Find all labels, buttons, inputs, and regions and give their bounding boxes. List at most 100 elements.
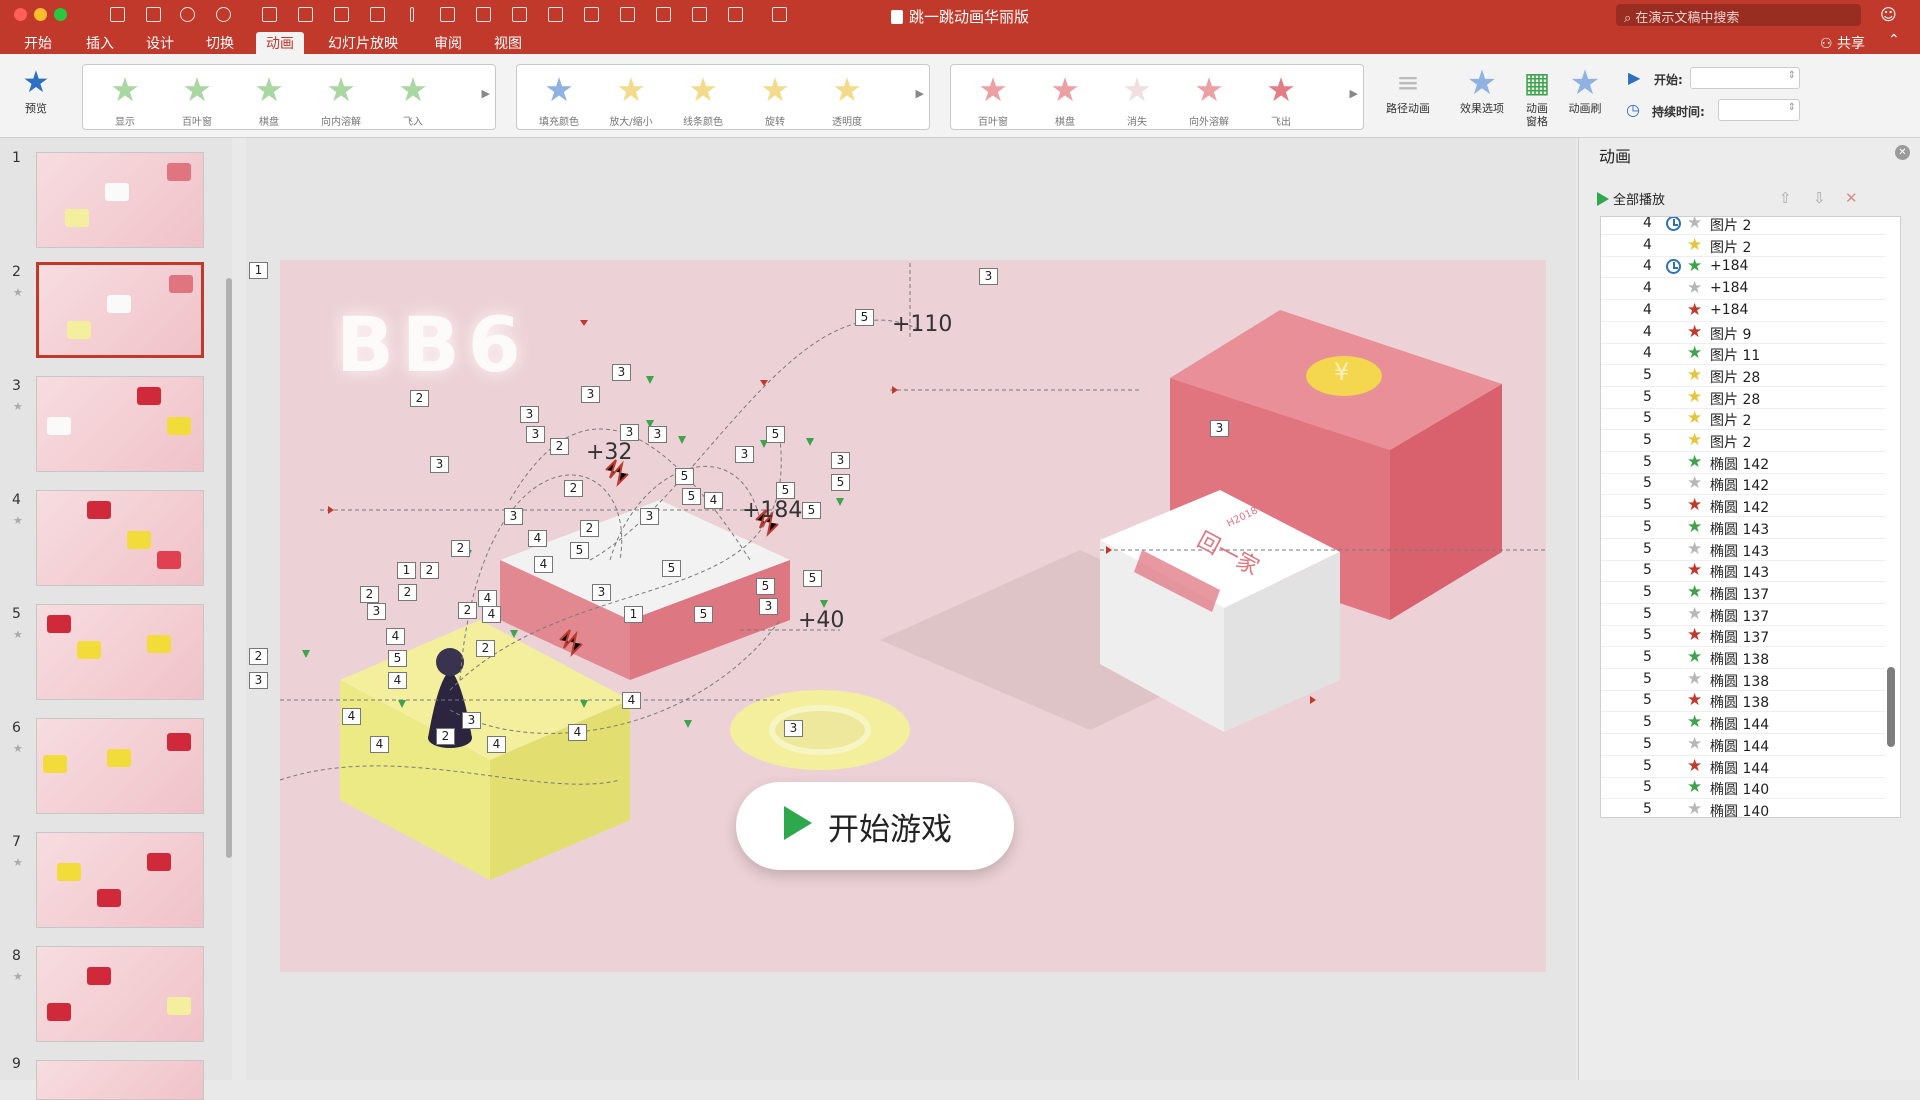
animation-badge[interactable]: 4 — [386, 628, 405, 645]
animation-list-item[interactable]: 5 ★ 椭圆 137 — [1601, 582, 1885, 604]
play-all-button[interactable]: 全部播放 — [1597, 189, 1665, 208]
animation-badge[interactable]: 3 — [735, 446, 754, 463]
animation-badge[interactable]: 2 — [360, 586, 379, 603]
animation-badge[interactable]: 3 — [640, 508, 659, 525]
effect-disappear[interactable]: ★ 消失 — [1107, 71, 1167, 129]
animation-pane-button[interactable]: ▦ 动画 窗格 — [1520, 64, 1554, 128]
effect-spin[interactable]: ★ 旋转 — [745, 71, 805, 129]
animation-badge[interactable]: 2 — [420, 562, 439, 579]
slide[interactable]: BB6 +110 +32 +184 +40 ¥ H2018 回一家 开始游戏 3… — [280, 260, 1546, 972]
collapse-ribbon-icon[interactable]: ⌃ — [1888, 32, 1900, 48]
effect-blinds[interactable]: ★ 百叶窗 — [167, 71, 227, 129]
animation-list-item[interactable]: 5 ★ 椭圆 140 — [1601, 777, 1885, 800]
animation-list-item[interactable]: 4 ★ +184 — [1601, 278, 1885, 301]
animation-badge[interactable]: 3 — [612, 364, 631, 381]
effect-fly-out[interactable]: ★ 飞出 — [1251, 71, 1311, 129]
move-down-icon[interactable]: ⇩ — [1813, 189, 1826, 207]
score-label[interactable]: +32 — [586, 440, 632, 465]
animation-badge[interactable]: 2 — [451, 540, 470, 557]
score-label[interactable]: +40 — [798, 608, 844, 633]
tab-review[interactable]: 审阅 — [434, 33, 462, 53]
animation-badge[interactable]: 5 — [694, 606, 713, 623]
animation-badge[interactable]: 4 — [487, 736, 506, 753]
animation-badge[interactable]: 5 — [802, 502, 821, 519]
start-select[interactable] — [1690, 67, 1800, 89]
animation-badge[interactable]: 3 — [520, 406, 539, 423]
animation-badge[interactable]: 5 — [756, 578, 775, 595]
animation-badge[interactable]: 3 — [1210, 420, 1229, 437]
effect-grow-shrink[interactable]: ★ 放大/缩小 — [601, 71, 661, 129]
search-input[interactable]: ⌕ 在演示文稿中搜索 — [1616, 4, 1861, 26]
animation-badge[interactable]: 2 — [410, 390, 429, 407]
start-game-button[interactable]: 开始游戏 — [736, 782, 1014, 870]
animation-badge[interactable]: 1 — [624, 606, 643, 623]
animation-badge[interactable]: 5 — [776, 482, 795, 499]
animation-badge[interactable]: 2 — [436, 728, 455, 745]
slide-thumbnail[interactable] — [36, 718, 204, 814]
gallery-scroll-arrow-icon[interactable]: ▶ — [916, 87, 924, 100]
animation-list-item[interactable]: 4 ★ 图片 9 — [1601, 322, 1885, 344]
slide-thumbnail[interactable] — [36, 490, 204, 586]
animation-list-item[interactable]: 4 ★ +184 — [1601, 256, 1885, 279]
tab-insert[interactable]: 插入 — [86, 33, 114, 53]
delete-icon[interactable]: ✕ — [1845, 189, 1858, 207]
animation-badge[interactable]: 4 — [478, 590, 497, 607]
animation-badge[interactable]: 5 — [803, 570, 822, 587]
tab-transitions[interactable]: 切换 — [206, 33, 234, 53]
slide-thumbnail[interactable] — [36, 152, 204, 248]
score-label[interactable]: +184 — [742, 498, 802, 523]
tab-home[interactable]: 开始 — [24, 33, 52, 53]
animation-badge[interactable]: 3 — [581, 386, 600, 403]
animation-list-item[interactable]: 4 ★ +184 — [1601, 300, 1885, 322]
tab-design[interactable]: 设计 — [146, 33, 174, 53]
animation-badge[interactable]: 2 — [458, 602, 477, 619]
animation-badge[interactable]: 4 — [704, 492, 723, 509]
animation-badge[interactable]: 3 — [462, 712, 481, 729]
effect-exit-checkerboard[interactable]: ★ 棋盘 — [1035, 71, 1095, 129]
share-button[interactable]: ⚇ 共享 — [1820, 33, 1865, 53]
gallery-scroll-arrow-icon[interactable]: ▶ — [1350, 87, 1358, 100]
slide-thumbnail[interactable] — [36, 1060, 204, 1100]
effect-options-button[interactable]: ★ 效果选项 — [1452, 64, 1512, 115]
animation-badge[interactable]: 2 — [580, 520, 599, 537]
animation-list-item[interactable]: 5 ★ 椭圆 144 — [1601, 712, 1885, 735]
animation-badge[interactable]: 2 — [249, 648, 268, 665]
gallery-scroll-arrow-icon[interactable]: ▶ — [482, 87, 490, 100]
animation-list-item[interactable]: 5 ★ 椭圆 138 — [1601, 647, 1885, 669]
animation-badge[interactable]: 4 — [528, 530, 547, 547]
animation-list-item[interactable]: 5 ★ 图片 28 — [1601, 365, 1885, 387]
animation-list-item[interactable]: 5 ★ 椭圆 142 — [1601, 473, 1885, 496]
animation-badge[interactable]: 4 — [534, 556, 553, 573]
animation-list-item[interactable]: 5 ★ 椭圆 144 — [1601, 756, 1885, 778]
effect-fly-in[interactable]: ★ 飞入 — [383, 71, 443, 129]
animation-badge[interactable]: 3 — [759, 598, 778, 615]
preview-button[interactable]: ★ 预览 — [8, 64, 64, 115]
animation-badge[interactable]: 4 — [622, 692, 641, 709]
animation-list-item[interactable]: 4 ★ 图片 11 — [1601, 343, 1885, 366]
animation-painter-button[interactable]: ★ 动画刷 — [1562, 64, 1608, 115]
animation-badge[interactable]: 3 — [620, 424, 639, 441]
animation-list-item[interactable]: 5 ★ 图片 2 — [1601, 408, 1885, 431]
animation-badge[interactable]: 3 — [526, 426, 545, 443]
effect-exit-blinds[interactable]: ★ 百叶窗 — [963, 71, 1023, 129]
effect-checkerboard[interactable]: ★ 棋盘 — [239, 71, 299, 129]
animation-badge[interactable]: 5 — [766, 426, 785, 443]
effect-dissolve-out[interactable]: ★ 向外溶解 — [1179, 71, 1239, 129]
animation-badge[interactable]: 5 — [570, 542, 589, 559]
animation-badge[interactable]: 3 — [367, 603, 386, 620]
animation-list-scrollbar[interactable] — [1887, 667, 1895, 747]
animation-badge[interactable]: 5 — [682, 488, 701, 505]
animation-list-item[interactable]: 5 ★ 椭圆 143 — [1601, 517, 1885, 539]
animation-badge[interactable]: 4 — [370, 736, 389, 753]
animation-badge[interactable]: 3 — [979, 268, 998, 285]
animation-badge[interactable]: 5 — [831, 474, 850, 491]
tab-animations[interactable]: 动画 — [256, 32, 304, 54]
thumbnails-scrollbar[interactable] — [226, 278, 232, 858]
animation-badge[interactable]: 5 — [662, 560, 681, 577]
animation-badge[interactable]: 4 — [388, 672, 407, 689]
move-up-icon[interactable]: ⇧ — [1779, 189, 1792, 207]
animation-list-item[interactable]: 5 ★ 椭圆 138 — [1601, 690, 1885, 713]
duration-input[interactable] — [1718, 99, 1800, 121]
animation-badge[interactable]: 3 — [784, 720, 803, 737]
animation-badge[interactable]: 4 — [482, 606, 501, 623]
